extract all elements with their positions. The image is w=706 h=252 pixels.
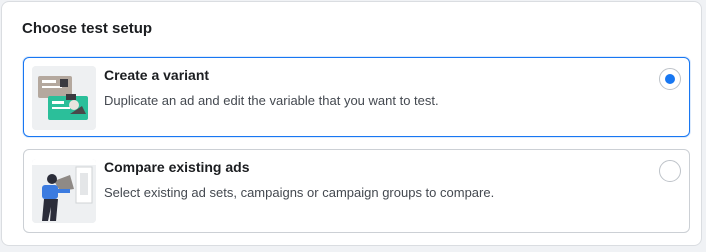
option-title: Create a variant	[104, 67, 210, 83]
choose-test-setup-panel: Choose test setup Create a variant Dupli…	[1, 1, 702, 246]
variant-illustration-icon	[32, 66, 96, 130]
compare-illustration-icon	[32, 159, 96, 223]
radio-selected-dot-icon	[665, 74, 675, 84]
option-title: Compare existing ads	[104, 159, 250, 175]
option-create-variant[interactable]: Create a variant Duplicate an ad and edi…	[23, 57, 690, 137]
panel-title: Choose test setup	[22, 20, 153, 37]
option-description: Select existing ad sets, campaigns or ca…	[104, 185, 495, 200]
radio-compare-existing-ads[interactable]	[659, 160, 681, 182]
option-description: Duplicate an ad and edit the variable th…	[104, 93, 439, 108]
option-compare-existing-ads[interactable]: Compare existing ads Select existing ad …	[23, 149, 690, 233]
radio-create-variant[interactable]	[659, 68, 681, 90]
